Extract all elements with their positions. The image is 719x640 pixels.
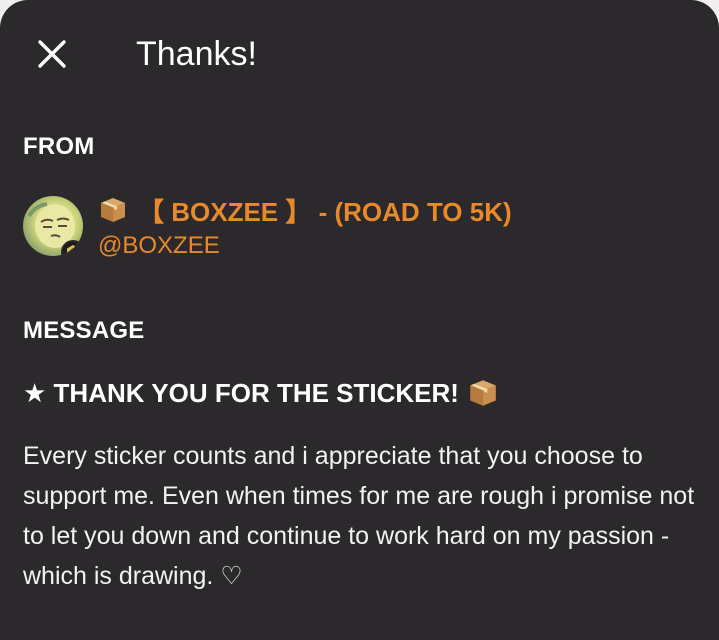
page-title: Thanks!	[136, 35, 257, 73]
avatar[interactable]	[23, 196, 83, 256]
package-box-icon	[101, 198, 125, 222]
from-label: FROM	[23, 133, 95, 160]
sender-handle[interactable]: @BOXZEE	[98, 232, 220, 260]
message-title: ★ THANK YOU FOR THE STICKER!	[23, 377, 459, 408]
package-box-icon	[470, 380, 496, 406]
sender-info[interactable]: 【 BOXZEE 】 - (ROAD TO 5K) @BOXZEE	[23, 192, 683, 268]
thanks-sheet: Thanks! FROM 【 BOXZEE 】 - (ROAD TO 5K) @…	[0, 0, 719, 640]
message-title-row: ★ THANK YOU FOR THE STICKER!	[23, 374, 499, 412]
message-label: MESSAGE	[23, 317, 145, 344]
level-badge-icon	[61, 240, 83, 256]
message-body: Every sticker counts and i appreciate th…	[23, 442, 695, 590]
sender-name-row: 【 BOXZEE 】 - (ROAD TO 5K)	[98, 192, 512, 228]
close-icon	[38, 40, 66, 68]
close-button[interactable]	[30, 32, 74, 76]
sender-display-name[interactable]: 【 BOXZEE 】 - (ROAD TO 5K)	[138, 192, 512, 229]
header: Thanks!	[0, 0, 719, 108]
